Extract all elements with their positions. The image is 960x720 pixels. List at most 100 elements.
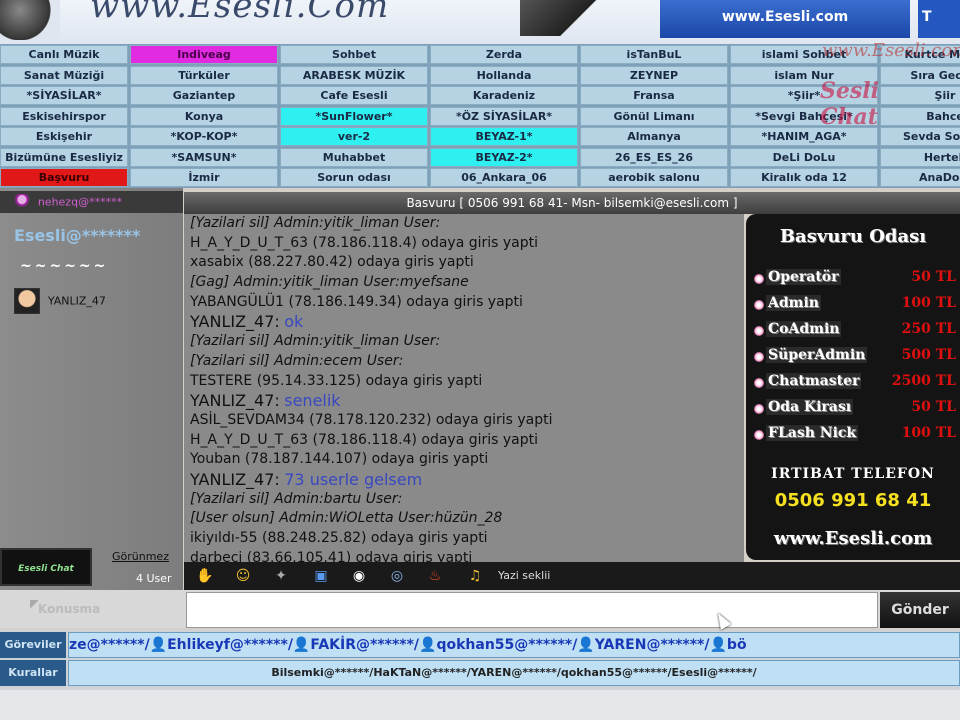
room-item[interactable]: Karadeniz [430,86,578,105]
room-item[interactable]: Almanya [580,127,728,146]
room-item[interactable]: Cafe Esesli [280,86,428,105]
room-item[interactable]: Kiralık oda 12 [730,168,878,187]
promo-contact-label: IRTIBAT TELEFON [771,466,935,482]
bullet-icon [754,326,764,336]
watermark-title: Sesli Chat [820,78,879,130]
user-item[interactable]: nehezq@****** [14,194,122,214]
room-item[interactable]: Türküler [130,65,278,85]
window-icon[interactable]: ▣ [312,567,330,585]
site-logo: www.Esesli.Com [90,0,390,26]
room-item[interactable]: Konya [130,106,278,126]
room-item[interactable]: Gaziantep [130,86,278,105]
rules-marquee: Bilsemki@******/HaKTaN@******/YAREN@****… [68,660,960,686]
room-item[interactable]: Fransa [580,86,728,105]
bullet-icon [754,352,764,362]
message-text: ok [284,312,304,332]
esesli-chat-logo: Esesli Chat [0,548,92,586]
room-item[interactable]: AnaDolu [880,168,960,187]
dog-icon[interactable]: ✦ [272,567,290,585]
room-item[interactable]: aerobik salonu [580,168,728,187]
user-item[interactable]: Esesli@******* [14,226,140,246]
user-name: Esesli@******* [14,226,141,245]
room-item[interactable]: *KOP-KOP* [130,127,278,146]
user-item[interactable]: YANLIZ_47 [14,288,106,320]
microphone-icon [30,600,38,614]
room-item[interactable]: Canlı Müzik [0,45,128,64]
chat-message: [User olsun] Admin:WiOLetta User:hüzün_2… [190,510,503,527]
promo-phone: 0506 991 68 41 [774,490,932,511]
promo-role: Chatmaster [766,373,862,389]
application-room-promo: Basvuru Odası Operatör 50 TL Admin 100 TL Co… [746,214,960,560]
hand-icon[interactable]: ✋ [196,567,214,585]
room-title-bar: Basvuru [ 0506 991 68 41- Msn- bilsemki@… [184,192,960,214]
user-item[interactable]: ~~~~~~ [20,258,108,278]
bell-icon[interactable]: ♫ [466,567,484,585]
promo-role: Operatör [766,269,841,285]
talk-button[interactable]: Konusma [38,602,100,616]
message-nick[interactable]: YANLIZ_47: [190,470,280,489]
room-item[interactable]: Eskisehirspor [0,106,128,126]
promo-item: Oda Kirası 50 TL [754,398,960,420]
room-item[interactable]: Başvuru [0,168,128,187]
room-item[interactable]: Herteli [880,147,960,167]
promo-item: Chatmaster 2500 TL [754,372,960,394]
smiley-icon[interactable]: ☺ [234,567,252,585]
room-item[interactable]: Muhabbet [280,147,428,167]
room-item[interactable]: isTanBuL [580,45,728,64]
room-item[interactable]: Sohbet [280,45,428,64]
room-item[interactable]: İzmir [130,168,278,187]
room-item[interactable]: Indiveag [130,45,278,64]
room-item[interactable]: ver-2 [280,127,428,146]
rules-label[interactable]: Kurallar [0,660,66,686]
promo-role: Admin [766,295,821,311]
eye-icon[interactable]: ◎ [388,567,406,585]
bullet-icon [754,274,764,284]
female-user-icon [14,194,30,210]
promo-url: www.Esesli.com [773,528,933,549]
room-item[interactable]: *ÖZ SİYASİLAR* [430,106,578,126]
user-name: ~~~~~~ [20,258,109,274]
room-item[interactable]: Sorun odası [280,168,428,187]
room-item[interactable]: Bizümüne Esesliyiz [0,147,128,167]
room-item[interactable]: Gönül Limanı [580,106,728,126]
message-nick[interactable]: YANLIZ_47: [190,312,280,331]
room-item[interactable]: Hollanda [430,65,578,85]
message-nick[interactable]: YANLIZ_47: [190,391,280,410]
staff-label[interactable]: Göreviler [0,632,66,658]
chat-log[interactable]: [Yazilari sil] Admin:yitik_liman User: H_… [184,214,744,562]
room-item[interactable]: Eskişehir [0,127,128,146]
record-icon[interactable]: ◉ [350,567,368,585]
bullet-icon [754,378,764,388]
font-style-label[interactable]: Yazi seklii [498,569,550,582]
promo-role: Oda Kirası [766,399,854,415]
room-item[interactable]: Zerda [430,45,578,64]
chat-message: ikiyıldı-55 (88.248.25.82) odaya giris y… [190,530,488,546]
promo-role: FLash Nick [766,425,859,441]
promo-price: 50 TL [911,269,956,285]
room-item[interactable]: *SunFlower* [280,106,428,126]
send-button[interactable]: Gönder [880,592,960,628]
chat-message: TESTERE (95.14.33.125) odaya giris yapti [190,372,483,389]
chat-message: [Yazilari sil] Admin:yitik_liman User: [190,215,441,231]
room-item[interactable]: *SİYASİLAR* [0,86,128,105]
torch-icon[interactable]: ♨ [426,567,444,585]
chat-message: H_A_Y_D_U_T_63 (78.186.118.4) odaya giri… [190,431,539,448]
user-name: nehezq@****** [37,195,123,209]
speaker-graphic [0,0,60,40]
bullet-icon [754,404,764,414]
message-text: 73 userle gelsem [284,469,423,489]
room-item[interactable]: 26_ES_ES_26 [580,147,728,167]
message-input[interactable] [186,592,878,628]
chat-message: xasabix (88.227.80.42) odaya giris yapti [190,254,474,271]
room-item[interactable]: *SAMSUN* [130,147,278,167]
room-item[interactable]: ARABESK MÜZİK [280,65,428,85]
room-item[interactable]: ZEYNEP [580,65,728,85]
room-item[interactable]: BEYAZ-2* [430,147,578,167]
chat-message: YANLIZ_47: 73 userle gelsem [190,470,738,490]
room-item[interactable]: Sanat Müziği [0,65,128,85]
room-item[interactable]: 06_Ankara_06 [430,168,578,187]
room-item[interactable]: BEYAZ-1* [430,127,578,146]
invisible-toggle[interactable]: Görünmez [112,550,169,563]
promo-item: SüperAdmin 500 TL [754,346,960,368]
room-item[interactable]: DeLi DoLu [730,147,878,167]
